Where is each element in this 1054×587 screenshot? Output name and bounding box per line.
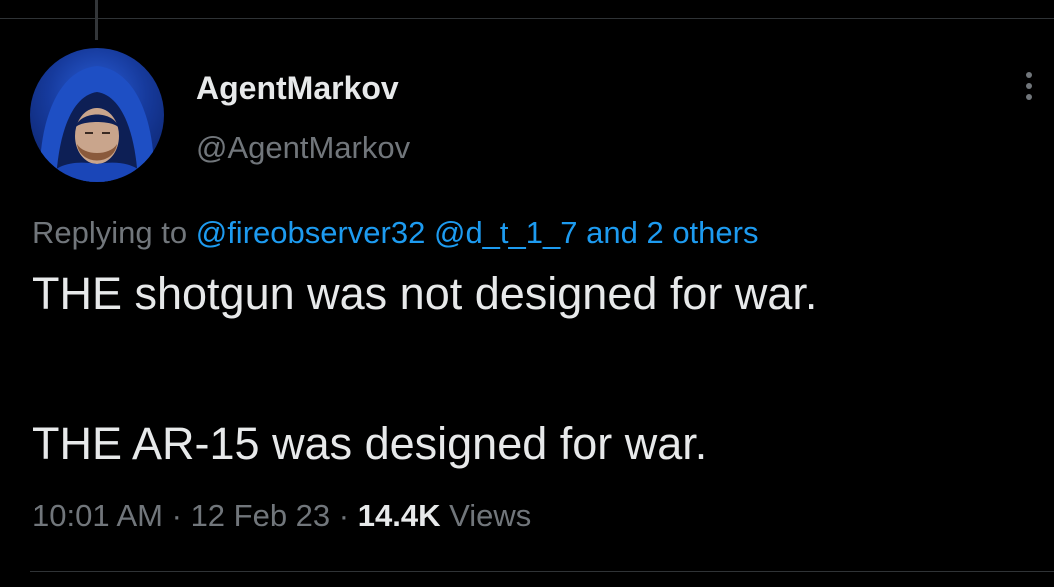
- tweet-date[interactable]: 12 Feb 23: [191, 498, 331, 533]
- bottom-divider: [30, 571, 1054, 572]
- replying-to-label: Replying to: [32, 215, 188, 250]
- author-display-name[interactable]: AgentMarkov: [196, 70, 399, 107]
- views-count: 14.4K: [357, 498, 441, 533]
- top-divider: [0, 18, 1054, 19]
- more-vertical-icon[interactable]: [1020, 72, 1038, 112]
- views-label: Views: [449, 498, 532, 533]
- tweet-text-line: THE shotgun was not designed for war.: [32, 268, 818, 319]
- tweet-meta: 10:01 AM · 12 Feb 23 · 14.4K Views: [32, 498, 531, 534]
- mention-link[interactable]: @fireobserver32: [196, 215, 426, 250]
- avatar-hooded-figure-icon: [39, 66, 155, 182]
- meta-separator: ·: [171, 498, 182, 533]
- tweet-text-line: THE AR-15 was designed for war.: [32, 418, 708, 469]
- tweet-text: THE shotgun was not designed for war. TH…: [32, 268, 1042, 470]
- author-handle[interactable]: @AgentMarkov: [196, 130, 410, 166]
- mention-link[interactable]: @d_t_1_7: [434, 215, 578, 250]
- replying-to: Replying to @fireobserver32 @d_t_1_7 and…: [32, 215, 758, 251]
- avatar[interactable]: [30, 48, 164, 182]
- meta-separator: ·: [338, 498, 350, 533]
- others-link[interactable]: and 2 others: [586, 215, 758, 250]
- thread-connector-line: [95, 0, 98, 40]
- tweet-time[interactable]: 10:01 AM: [32, 498, 163, 533]
